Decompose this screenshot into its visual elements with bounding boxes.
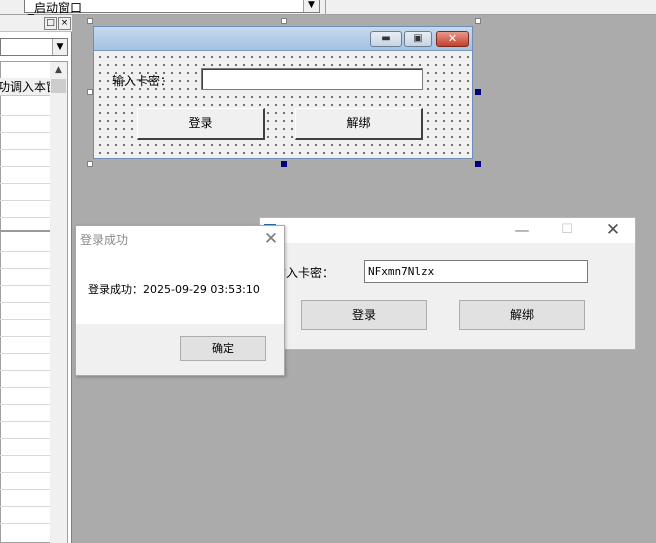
list-row-divider (0, 183, 50, 184)
dialog-message: 登录成功：2025-09-29 03:53:10 (88, 283, 260, 296)
card-key-label: 输入卡密： (112, 74, 173, 88)
resize-handle[interactable] (475, 18, 481, 24)
list-row-divider (0, 370, 50, 371)
list-row-divider (0, 387, 50, 388)
chevron-down-icon[interactable]: ▼ (303, 0, 319, 12)
window-select-value: _启动窗口 (28, 1, 83, 15)
list-row-divider (0, 319, 50, 320)
close-icon[interactable]: × (58, 17, 71, 30)
object-select[interactable]: ▼ (0, 38, 68, 56)
close-button[interactable]: ✕ (436, 31, 469, 47)
resize-handle[interactable] (475, 89, 481, 95)
list-row-divider (0, 472, 50, 473)
scroll-up-icon[interactable]: ▲ (50, 62, 67, 78)
list-row-divider (0, 251, 50, 252)
list-row-divider (0, 523, 50, 524)
resize-handle[interactable] (281, 161, 287, 167)
minimize-button[interactable]: ▬ (370, 31, 402, 47)
list-row-divider (0, 200, 50, 201)
maximize-icon: ▣ (413, 33, 423, 44)
list-row-divider (0, 302, 50, 303)
dialog-footer: 确定 (76, 324, 284, 375)
toolbar-divider (325, 0, 326, 15)
login-button[interactable]: 登录 (137, 108, 265, 140)
runtime-window-titlebar[interactable]: — ☐ ✕ (260, 218, 635, 243)
runtime-window: — ☐ ✕ 输入卡密： NFxmn7Nlzx 登录 解绑 (259, 217, 636, 350)
resize-handle[interactable] (87, 18, 93, 24)
chevron-down-icon[interactable]: ▼ (52, 39, 67, 55)
list-row-divider (0, 217, 50, 218)
list-row-divider (0, 132, 50, 133)
minimize-icon: ▬ (381, 33, 391, 44)
resize-handle[interactable] (281, 18, 287, 24)
login-button[interactable]: 登录 (301, 300, 427, 330)
close-icon[interactable]: ✕ (603, 221, 623, 239)
list-row-divider (0, 506, 50, 507)
list-row-divider (0, 336, 50, 337)
list-row-divider (0, 455, 50, 456)
design-form[interactable]: ▬ ▣ ✕ 输入卡密： 登录 解绑 (93, 26, 473, 159)
property-panel-titlebar: □ × (0, 15, 72, 32)
card-key-input[interactable]: NFxmn7Nlzx (364, 260, 588, 283)
list-row-divider (0, 115, 50, 116)
list-row-divider (0, 421, 50, 422)
list-group-divider (0, 230, 50, 232)
ide-toolbar: _启动窗口 ▼ (0, 0, 656, 15)
list-row-divider (0, 489, 50, 490)
list-row-divider (0, 149, 50, 150)
property-scrollbar[interactable]: ▲ (50, 62, 67, 543)
message-dialog: 登录成功 ✕ 登录成功：2025-09-29 03:53:10 确定 (75, 225, 285, 376)
unbind-button[interactable]: 解绑 (459, 300, 585, 330)
property-header: 功调入本窗 (0, 78, 50, 96)
property-panel: □ × ▼ 功调入本窗 ▲ (0, 15, 72, 543)
scrollbar-thumb[interactable] (51, 79, 66, 93)
resize-handle[interactable] (87, 161, 93, 167)
close-icon[interactable]: ✕ (262, 228, 280, 250)
maximize-icon: ☐ (561, 222, 573, 237)
unbind-button[interactable]: 解绑 (295, 108, 423, 140)
design-form-titlebar[interactable]: ▬ ▣ ✕ (94, 27, 472, 51)
list-row-divider (0, 353, 50, 354)
maximize-button[interactable]: ▣ (404, 31, 432, 47)
close-icon: ✕ (447, 32, 458, 45)
list-row-divider (0, 166, 50, 167)
card-key-input[interactable] (201, 68, 423, 90)
list-row-divider (0, 285, 50, 286)
window-select[interactable]: _启动窗口 ▼ (24, 0, 320, 15)
restore-icon[interactable]: □ (44, 17, 57, 30)
list-row-divider (0, 268, 50, 269)
ok-button[interactable]: 确定 (180, 336, 266, 361)
minimize-icon[interactable]: — (512, 221, 532, 239)
dialog-title: 登录成功 (80, 233, 129, 247)
list-row-divider (0, 438, 50, 439)
resize-handle[interactable] (475, 161, 481, 167)
list-row-divider (0, 404, 50, 405)
